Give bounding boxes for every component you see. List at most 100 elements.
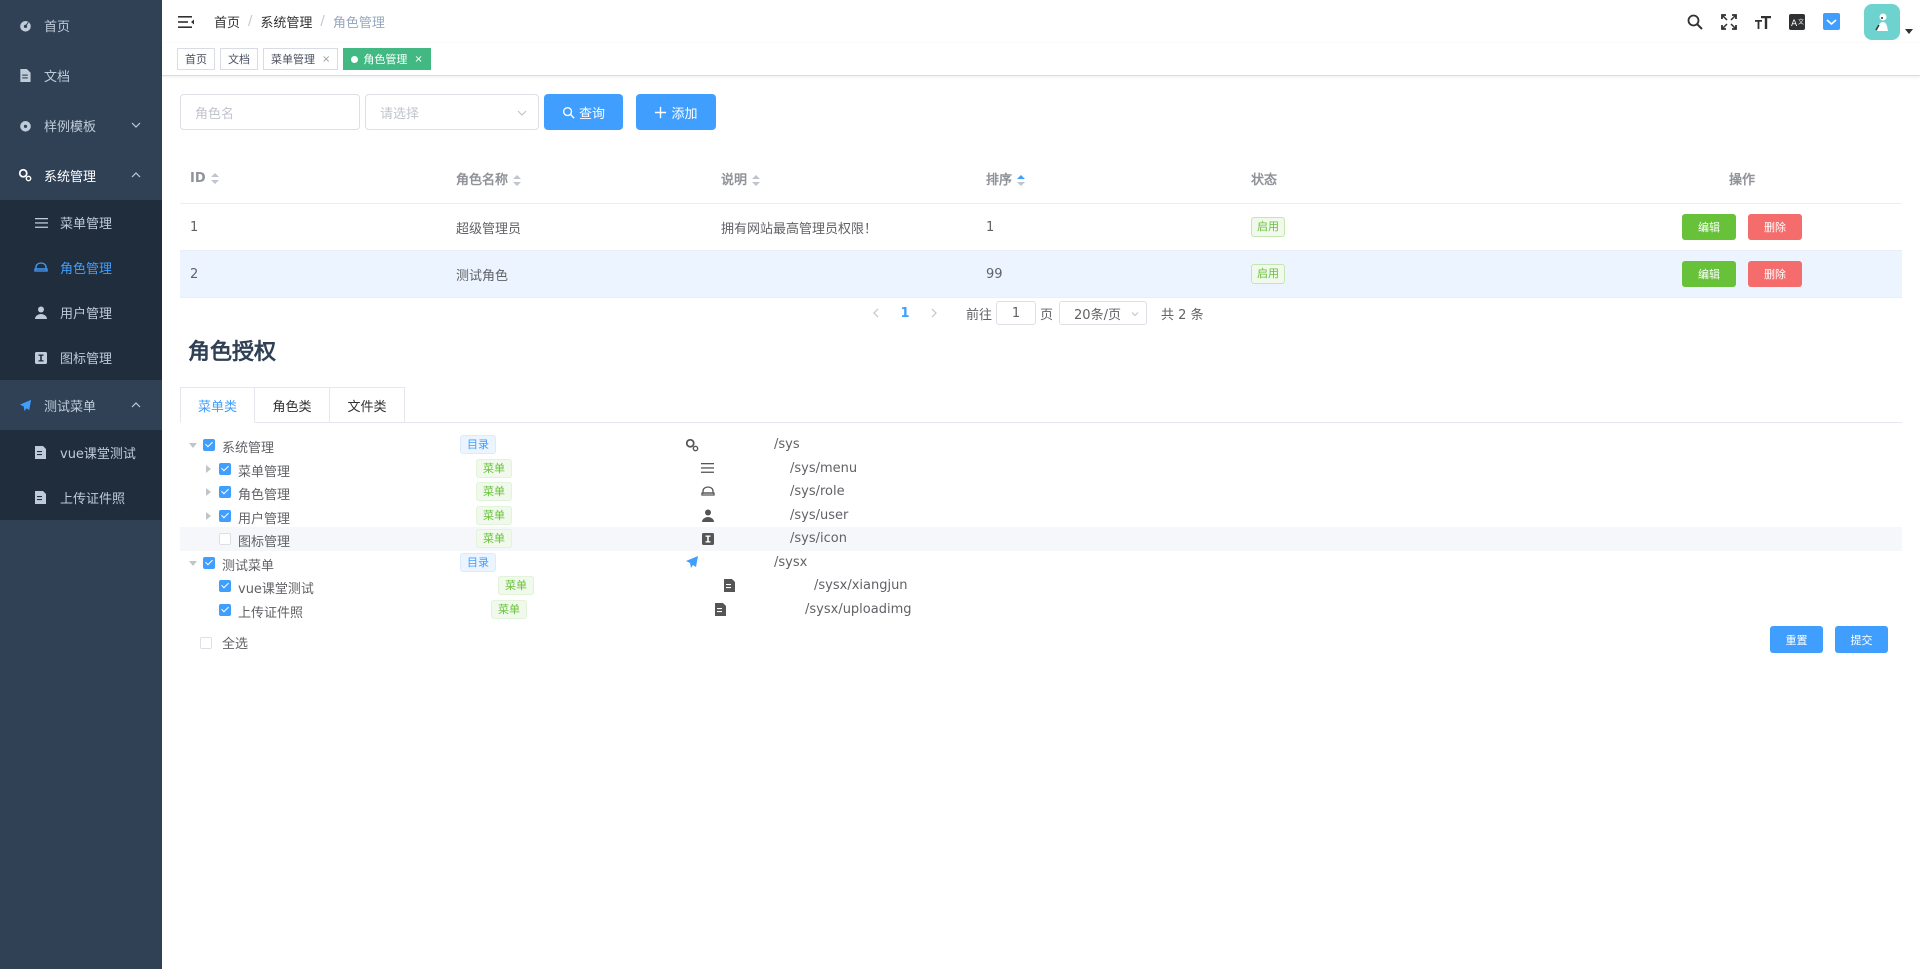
sort-icon[interactable] [752,174,761,187]
sort-icon[interactable] [210,172,219,185]
caret-down-icon[interactable] [1904,26,1914,36]
font-size-icon[interactable] [1754,13,1772,31]
tree-node[interactable]: 上传证件照 菜单 /sysx/uploadimg [180,598,1902,622]
tree-checkbox[interactable] [219,462,231,475]
page-size-select[interactable]: 20条/页 [1059,301,1148,325]
header-role-name[interactable]: 角色名称 [446,169,711,188]
user-icon [700,508,715,523]
role-name-input[interactable]: 角色名 [180,94,360,130]
sidebar-item-docs[interactable]: 文档 [0,50,162,100]
sidebar-item-home[interactable]: 首页 [0,0,162,50]
tree-node-path: /sys/user [790,507,849,523]
translate-icon[interactable]: A文 [1788,13,1806,31]
sort-asc-icon[interactable] [1017,174,1026,187]
header-description[interactable]: 说明 [711,169,976,188]
user-icon [34,306,48,320]
table-row[interactable]: 2 测试角色 99 启用 编辑 删除 [180,251,1902,298]
sidebar-item-icon-manage[interactable]: 图标管理 [0,335,162,380]
tree-checkbox[interactable] [219,533,231,545]
submit-button[interactable]: 提交 [1835,626,1888,653]
prev-page-icon[interactable] [870,307,882,319]
close-icon[interactable]: × [414,54,422,65]
table-row[interactable]: 1 超级管理员 拥有网站最高管理员权限！ 1 启用 编辑 删除 [180,204,1902,251]
breadcrumb: 首页 / 系统管理 / 角色管理 [214,12,385,31]
breadcrumb-separator: / [248,14,253,29]
sidebar-item-test-menu[interactable]: 测试菜单 [0,380,162,430]
roles-table: ID 角色名称 说明 排序 状态 操作 1 超级管理员 拥有网站最高管理员权限！… [180,154,1902,298]
tab-role-type[interactable]: 角色类 [255,387,330,423]
expand-icon[interactable] [206,464,211,473]
tab-menu-type[interactable]: 菜单类 [180,387,255,423]
breadcrumb-system[interactable]: 系统管理 [260,12,312,31]
sidebar-item-system[interactable]: 系统管理 [0,150,162,200]
sidebar-item-user-manage[interactable]: 用户管理 [0,290,162,335]
cell-id: 2 [190,266,199,282]
tree-node[interactable]: 图标管理 菜单 /sys/icon [180,527,1902,551]
expand-icon[interactable] [189,443,197,448]
active-dot-icon [351,55,359,63]
tree-checkbox[interactable] [219,603,231,616]
tag-home[interactable]: 首页 [177,48,215,70]
tag-menu-manage[interactable]: 菜单管理 × [263,48,339,70]
sidebar-item-upload-photo[interactable]: 上传证件照 [0,475,162,520]
hamburger-icon[interactable] [178,14,194,30]
chevron-down-icon [131,122,141,128]
expand-icon[interactable] [206,488,211,496]
tree-node-path: /sys/menu [790,460,858,476]
sidebar-submenu-test: vue课堂测试 上传证件照 [0,430,162,520]
tree-checkbox[interactable] [219,486,231,498]
delete-button[interactable]: 删除 [1748,261,1802,287]
tree-checkbox[interactable] [203,439,215,451]
sidebar-item-vue-test[interactable]: vue课堂测试 [0,430,162,475]
page-number[interactable]: 1 [890,306,920,321]
add-button[interactable]: 添加 [636,94,716,130]
expand-icon[interactable] [189,560,197,566]
tree-node[interactable]: 测试菜单 目录 /sysx [180,551,1902,575]
status-select[interactable]: 请选择 [365,94,539,130]
type-tag: 菜单 [476,482,512,501]
next-page-icon[interactable] [928,307,940,319]
select-all[interactable]: 全选 [200,633,248,652]
goto-page-input[interactable]: 1 [996,301,1037,325]
tag-docs[interactable]: 文档 [220,48,258,70]
size-select-icon[interactable] [1822,13,1840,31]
fullscreen-icon[interactable] [1720,13,1738,31]
close-icon[interactable]: × [322,54,330,65]
delete-button[interactable]: 删除 [1748,214,1802,240]
tree-node[interactable]: 系统管理 目录 /sys [180,433,1902,457]
tree-node-label: vue课堂测试 [238,582,314,597]
tag-role-manage[interactable]: 角色管理 × [343,48,431,70]
edit-button[interactable]: 编辑 [1682,214,1736,240]
goto-suffix: 页 [1040,307,1054,323]
tree-checkbox[interactable] [219,580,231,592]
query-button-label: 查询 [578,106,605,122]
avatar[interactable] [1864,3,1900,40]
tree-node[interactable]: 菜单管理 菜单 /sys/menu [180,457,1902,481]
sidebar-item-examples[interactable]: 样例模板 [0,100,162,150]
cell-id: 1 [190,219,199,235]
sidebar-item-role-manage[interactable]: 角色管理 [0,245,162,290]
query-button[interactable]: 查询 [544,94,623,130]
select-all-checkbox[interactable] [200,636,212,649]
tree-checkbox[interactable] [203,556,215,569]
search-icon[interactable] [1686,13,1704,31]
tab-file-type[interactable]: 文件类 [330,387,405,423]
breadcrumb-home[interactable]: 首页 [214,12,240,31]
tree-node[interactable]: vue课堂测试 菜单 /sysx/xiangjun [180,574,1902,598]
example-icon [18,118,32,132]
header-id[interactable]: ID [180,171,446,186]
tree-checkbox[interactable] [219,509,231,522]
section-title: 角色授权 [188,340,277,365]
edit-button[interactable]: 编辑 [1682,261,1736,287]
reset-button[interactable]: 重置 [1770,626,1823,653]
tree-node[interactable]: 角色管理 菜单 /sys/role [180,480,1902,504]
sidebar-item-menu-manage[interactable]: 菜单管理 [0,200,162,245]
header-sort[interactable]: 排序 [976,169,1241,188]
type-tag: 菜单 [476,505,512,525]
cell-status: 启用 [1241,217,1582,237]
sort-icon[interactable] [513,174,522,187]
expand-icon[interactable] [206,511,211,520]
tree-node[interactable]: 用户管理 菜单 /sys/user [180,504,1902,528]
chevron-down-icon [517,110,527,116]
tree-node-label: 系统管理 [222,441,275,456]
